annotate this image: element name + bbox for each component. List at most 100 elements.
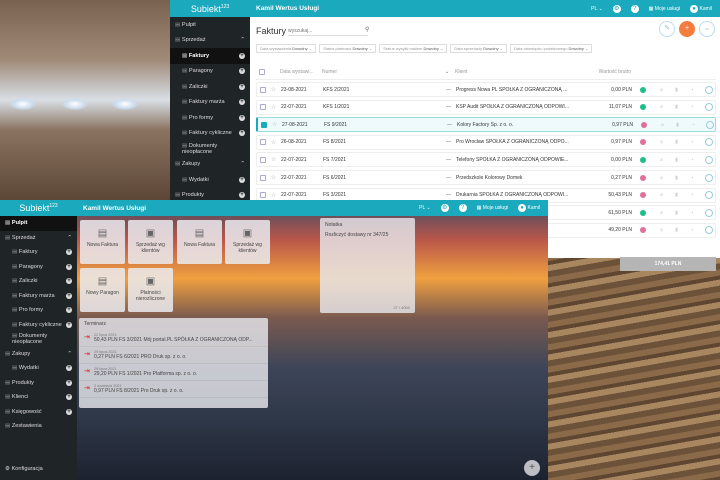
add-icon[interactable]: + <box>239 99 245 106</box>
sidebar-item-faktury[interactable]: ▤ Faktury + <box>170 48 250 64</box>
status-dot-icon[interactable] <box>640 139 646 146</box>
status-dot-icon[interactable] <box>640 227 646 234</box>
star-icon[interactable]: ☆ <box>271 174 281 181</box>
table-row[interactable]: ☆ 27-08-2021 FS 9/2021 — Kolory Factory Sp. … <box>256 117 716 133</box>
sidebar-item-konfiguracja[interactable]: ⚙ Konfiguracja <box>0 462 77 477</box>
sidebar-item-klienci[interactable]: ▤ Klienci + <box>0 390 77 405</box>
edit-button[interactable]: ✎ <box>659 21 675 37</box>
table-row[interactable]: ☆ 22-07-2021 FS 7/2021 — Telefony SPÓŁKA Z O… <box>256 152 716 168</box>
print-icon[interactable]: ▮ <box>669 157 684 163</box>
logo[interactable]: Subiekt123 <box>170 4 250 14</box>
row-checkbox[interactable] <box>260 192 266 199</box>
note-text[interactable]: Rozliczyć dostawy nr 347/25 <box>325 232 410 238</box>
attachment-icon[interactable]: ⌀ <box>654 192 669 198</box>
send-icon[interactable]: ➝ <box>684 175 699 181</box>
sidebar-item-produkty[interactable]: ▤ Produkty + <box>0 376 77 391</box>
star-icon[interactable]: ☆ <box>271 139 281 146</box>
actions-icon[interactable] <box>705 138 713 147</box>
send-icon[interactable]: ➝ <box>684 157 699 163</box>
attachment-icon[interactable]: ⌀ <box>654 227 669 233</box>
send-icon[interactable]: ➝ <box>684 104 699 110</box>
add-icon[interactable]: + <box>239 130 245 137</box>
services-button[interactable]: ▦ Moje usługi <box>477 205 508 211</box>
sidebar-item-zakupy[interactable]: ▤ Zakupy ⌃ <box>170 157 250 173</box>
send-icon[interactable]: ➝ <box>684 227 699 233</box>
actions-icon[interactable] <box>705 208 713 217</box>
column-number[interactable]: Numer <box>322 69 445 75</box>
chevron-up-icon[interactable]: ⌃ <box>67 235 72 241</box>
user-menu[interactable]: ● Kamil <box>518 204 540 212</box>
attachment-icon[interactable]: ⌀ <box>654 139 669 145</box>
sidebar-item-faktury-marża[interactable]: ▤ Faktury marża + <box>0 289 77 304</box>
add-icon[interactable]: + <box>66 278 72 285</box>
status-dot-icon[interactable] <box>640 209 646 216</box>
attachment-icon[interactable]: ⌀ <box>654 157 669 163</box>
add-icon[interactable]: + <box>66 394 72 401</box>
attachment-icon[interactable]: ⌀ <box>654 175 669 181</box>
filter-dropdown[interactable]: Status wysyłki mailem Dowolny ⌄ <box>379 44 448 53</box>
print-icon[interactable]: ▮ <box>669 175 684 181</box>
print-icon[interactable]: ▮ <box>669 227 684 233</box>
sidebar-item-wydatki[interactable]: ▤ Wydatki + <box>0 361 77 376</box>
print-icon[interactable]: ▮ <box>669 87 684 93</box>
add-icon[interactable]: + <box>66 408 72 415</box>
expand-button[interactable]: ⌄ <box>699 21 715 37</box>
column-date[interactable]: Data wystawi... <box>280 69 322 75</box>
services-button[interactable]: ▦ Moje usługi <box>649 6 680 12</box>
status-dot-icon[interactable] <box>640 156 646 163</box>
chevron-up-icon[interactable]: ⌃ <box>67 351 72 357</box>
status-dot-icon[interactable] <box>640 104 646 111</box>
quick-action-tile[interactable]: ▤ Nowa Faktura <box>80 220 125 264</box>
add-icon[interactable]: + <box>239 68 245 75</box>
sort-icon[interactable]: ⌄ <box>445 69 455 75</box>
row-checkbox[interactable] <box>260 156 266 163</box>
send-icon[interactable]: ➝ <box>684 139 699 145</box>
row-checkbox[interactable] <box>261 121 267 128</box>
print-icon[interactable]: ▮ <box>669 192 684 198</box>
row-checkbox[interactable] <box>260 104 266 111</box>
add-icon[interactable]: + <box>66 365 72 372</box>
actions-icon[interactable] <box>705 191 713 200</box>
add-icon[interactable]: + <box>66 263 72 270</box>
sidebar-item-faktury[interactable]: ▤ Faktury + <box>0 245 77 260</box>
status-dot-icon[interactable] <box>640 192 646 199</box>
sidebar-item-zaliczki[interactable]: ▤ Zaliczki + <box>170 79 250 95</box>
add-icon[interactable]: + <box>239 83 245 90</box>
add-icon[interactable]: + <box>239 114 245 121</box>
row-checkbox[interactable] <box>260 139 266 146</box>
row-checkbox[interactable] <box>260 86 266 93</box>
language-select[interactable]: PL ⌄ <box>591 6 603 12</box>
sidebar-item-pulpit[interactable]: ▤ Pulpit <box>170 17 250 33</box>
schedule-item[interactable]: ⇥ 29 lipca 2021 29,20 PLN FS 1/2021 Pro Pl… <box>79 364 268 381</box>
add-icon[interactable]: + <box>66 379 72 386</box>
star-icon[interactable]: ☆ <box>271 156 281 163</box>
sidebar-item-faktury-marża[interactable]: ▤ Faktury marża + <box>170 95 250 111</box>
add-icon[interactable]: + <box>239 192 245 199</box>
actions-icon[interactable] <box>705 155 713 164</box>
add-icon[interactable]: + <box>66 249 72 256</box>
print-icon[interactable]: ▮ <box>669 210 684 216</box>
attachment-icon[interactable]: ⌀ <box>654 87 669 93</box>
send-icon[interactable]: ➝ <box>684 87 699 93</box>
help-icon[interactable]: ? <box>458 204 467 212</box>
user-menu[interactable]: ● Kamil <box>690 4 712 13</box>
schedule-item[interactable]: ⇥ 2 września 2021 0,97 PLN FS 8/2021 Pro D… <box>79 381 268 398</box>
sidebar-item-faktury-cykliczne[interactable]: ▤ Faktury cykliczne + <box>170 126 250 142</box>
table-row[interactable]: ☆ 22-07-2021 KFS 1/2021 — KSP Audit SPÓŁKA Z… <box>256 99 716 115</box>
add-button[interactable]: + <box>679 21 695 37</box>
column-amount[interactable]: Wartość brutto <box>583 69 631 75</box>
send-icon[interactable]: ➝ <box>684 210 699 216</box>
logo[interactable]: Subiekt123 <box>0 203 77 213</box>
sidebar-item-sprzedaż[interactable]: ▤ Sprzedaż ⌃ <box>0 231 77 246</box>
quick-action-tile[interactable]: ▣ Płatności nierozliczone <box>128 268 173 312</box>
status-dot-icon[interactable] <box>640 174 646 181</box>
column-client[interactable]: Klient <box>455 69 583 75</box>
sidebar-item-zaliczki[interactable]: ▤ Zaliczki + <box>0 274 77 289</box>
actions-icon[interactable] <box>705 103 713 112</box>
star-icon[interactable]: ☆ <box>271 192 281 199</box>
sidebar-item-dokumenty-nieopłacone[interactable]: ▤ Dokumenty nieopłacone <box>0 332 77 347</box>
print-icon[interactable]: ▮ <box>669 139 684 145</box>
actions-icon[interactable] <box>705 85 713 94</box>
sidebar-item-zakupy[interactable]: ▤ Zakupy ⌃ <box>0 347 77 362</box>
row-checkbox[interactable] <box>260 174 266 181</box>
